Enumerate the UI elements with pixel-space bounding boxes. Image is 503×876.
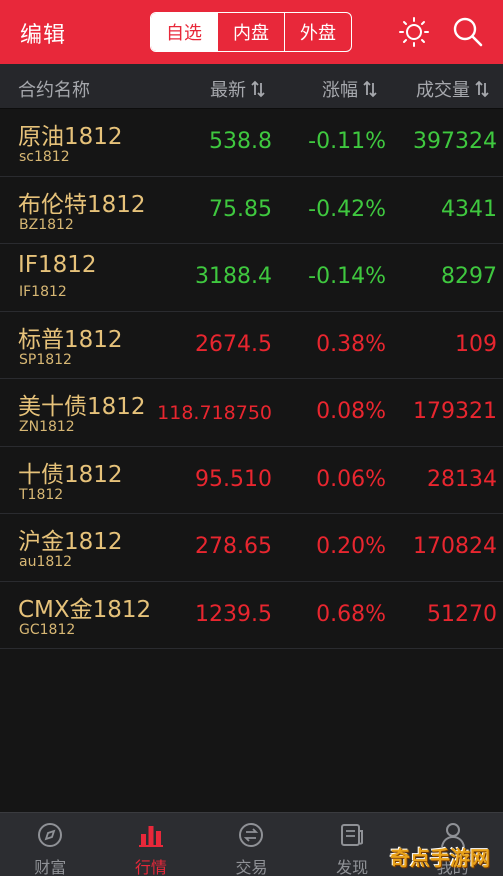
top-bar: 编辑 自选 内盘 外盘 xyxy=(0,0,503,64)
last-price: 538.8 xyxy=(209,129,272,154)
last-price: 278.65 xyxy=(195,534,272,559)
tab-wealth[interactable]: 财富 xyxy=(0,813,101,876)
edit-button[interactable]: 编辑 xyxy=(20,17,66,49)
volume: 397324 xyxy=(413,129,497,154)
tab-label: 财富 xyxy=(34,858,67,876)
contract-name: 布伦特1812 xyxy=(18,191,146,218)
column-volume-label: 成交量 xyxy=(416,80,470,101)
contract-code: ZN1812 xyxy=(19,419,75,435)
contract-code: T1812 xyxy=(19,486,64,503)
column-price-sort[interactable]: 最新 xyxy=(210,76,266,102)
volume: 109 xyxy=(455,331,497,357)
column-name: 合约名称 xyxy=(18,80,90,101)
contract-name: 沪金1812 xyxy=(18,529,123,555)
contract-code: sc1812 xyxy=(19,149,70,165)
last-price: 95.510 xyxy=(195,466,272,492)
quote-row[interactable]: 原油1812 sc1812 538.8 -0.11% 397324 xyxy=(0,109,503,177)
tab-label: 发现 xyxy=(336,858,369,876)
volume: 4341 xyxy=(441,196,497,222)
watermark-logo: 奇点手游网 xyxy=(390,846,490,870)
quote-row[interactable]: IF1812 IF1812 3188.4 -0.14% 8297 xyxy=(0,244,503,312)
tab-label: 行情 xyxy=(134,858,167,876)
tab-domestic[interactable]: 内盘 xyxy=(217,13,284,51)
last-price: 2674.5 xyxy=(195,331,272,357)
contract-name: CMX金1812 xyxy=(18,596,152,623)
contract-code: SP1812 xyxy=(19,351,72,368)
tab-watchlist[interactable]: 自选 xyxy=(151,13,217,51)
quote-row[interactable]: CMX金1812 GC1812 1239.5 0.68% 51270 xyxy=(0,582,503,649)
sort-icon xyxy=(251,80,265,98)
change-percent: 0.08% xyxy=(316,399,386,424)
tab-label: 交易 xyxy=(235,858,268,876)
volume: 51270 xyxy=(427,601,497,627)
contract-name: 十债1812 xyxy=(18,461,123,488)
contract-code: GC1812 xyxy=(19,621,76,638)
contract-name: IF1812 xyxy=(18,252,97,278)
change-percent: 0.68% xyxy=(316,601,386,627)
contract-code: IF1812 xyxy=(19,284,67,300)
tab-market[interactable]: 行情 xyxy=(101,813,202,876)
column-price-label: 最新 xyxy=(210,80,246,101)
column-change-label: 涨幅 xyxy=(322,80,358,101)
compass-icon xyxy=(38,823,63,847)
change-percent: 0.38% xyxy=(316,331,386,357)
sun-icon[interactable] xyxy=(398,16,430,48)
sort-icon xyxy=(363,80,377,98)
contract-name: 原油1812 xyxy=(18,124,123,150)
change-percent: 0.06% xyxy=(316,466,386,492)
quote-row[interactable]: 美十债1812 ZN1812 118.718750 0.08% 179321 xyxy=(0,379,503,447)
quote-row[interactable]: 沪金1812 au1812 278.65 0.20% 170824 xyxy=(0,514,503,582)
tab-foreign[interactable]: 外盘 xyxy=(284,13,351,51)
volume: 170824 xyxy=(413,534,497,559)
last-price: 1239.5 xyxy=(195,601,272,627)
volume: 28134 xyxy=(427,466,497,492)
column-change-sort[interactable]: 涨幅 xyxy=(322,76,378,102)
quote-row[interactable]: 十债1812 T1812 95.510 0.06% 28134 xyxy=(0,447,503,514)
last-price: 75.85 xyxy=(209,196,272,222)
sort-icon xyxy=(475,80,489,98)
app-screen: 编辑 自选 内盘 外盘 合约名称 最新 涨幅 成交量 原油1812 sc1812… xyxy=(0,0,503,876)
quote-list: 原油1812 sc1812 538.8 -0.11% 397324 布伦特181… xyxy=(0,109,503,649)
change-percent: -0.11% xyxy=(308,129,386,154)
last-price: 118.718750 xyxy=(157,402,272,424)
volume: 8297 xyxy=(441,264,497,289)
volume: 179321 xyxy=(413,399,497,424)
contract-code: au1812 xyxy=(19,554,73,570)
contract-name: 美十债1812 xyxy=(18,394,146,420)
contract-code: BZ1812 xyxy=(19,216,74,233)
exchange-icon xyxy=(239,823,264,847)
market-segment-control: 自选 内盘 外盘 xyxy=(150,12,352,52)
change-percent: 0.20% xyxy=(316,534,386,559)
bar-chart-icon xyxy=(138,826,163,847)
column-volume-sort[interactable]: 成交量 xyxy=(416,76,490,102)
news-icon xyxy=(341,824,364,846)
last-price: 3188.4 xyxy=(195,264,272,289)
tab-discover[interactable]: 发现 xyxy=(302,813,403,876)
change-percent: -0.14% xyxy=(308,264,386,289)
quote-row[interactable]: 布伦特1812 BZ1812 75.85 -0.42% 4341 xyxy=(0,177,503,244)
quote-row[interactable]: 标普1812 SP1812 2674.5 0.38% 109 xyxy=(0,312,503,379)
column-header-row: 合约名称 最新 涨幅 成交量 xyxy=(0,64,503,109)
search-icon[interactable] xyxy=(452,16,484,48)
change-percent: -0.42% xyxy=(308,196,386,222)
tab-trade[interactable]: 交易 xyxy=(201,813,302,876)
contract-name: 标普1812 xyxy=(18,326,123,353)
